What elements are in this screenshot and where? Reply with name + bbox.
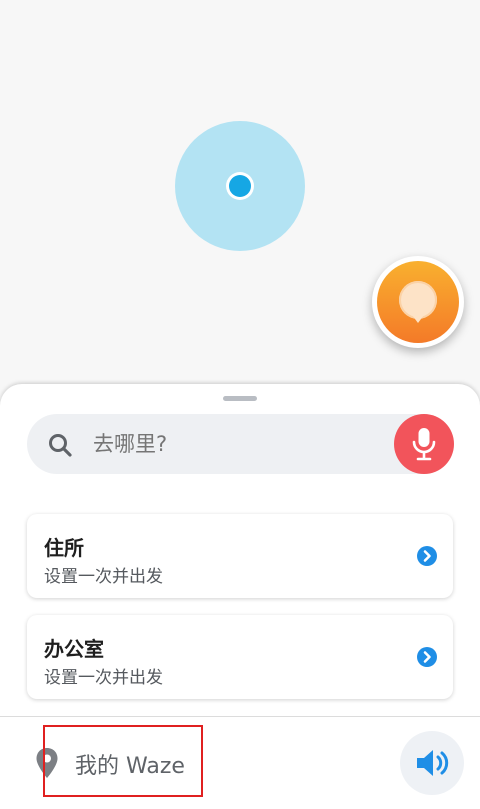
speaker-icon — [417, 750, 449, 776]
search-bar[interactable] — [27, 414, 453, 474]
chevron-right-icon — [417, 546, 437, 566]
favorite-work-card[interactable]: 办公室 设置一次并出发 — [27, 615, 453, 699]
favorite-subtitle: 设置一次并出发 — [44, 567, 163, 587]
report-button-face — [377, 261, 459, 343]
report-bubble-icon — [399, 281, 437, 323]
chevron-right-icon — [417, 647, 437, 667]
waze-home-screen: 住所 设置一次并出发 办公室 设置一次并出发 我的 Waze — [0, 0, 480, 809]
favorite-title: 住所 — [44, 536, 84, 560]
report-button[interactable] — [372, 256, 464, 348]
sheet-drag-handle[interactable] — [223, 396, 257, 401]
microphone-icon — [412, 428, 436, 461]
voice-search-button[interactable] — [394, 414, 454, 474]
search-icon — [49, 434, 72, 457]
bottom-bar: 我的 Waze — [0, 716, 480, 809]
sound-settings-button[interactable] — [400, 731, 464, 795]
favorite-title: 办公室 — [44, 637, 104, 661]
current-location-icon — [226, 172, 254, 200]
favorite-subtitle: 设置一次并出发 — [44, 668, 163, 688]
my-waze-label: 我的 Waze — [75, 754, 185, 779]
search-input[interactable] — [93, 414, 393, 474]
favorite-home-card[interactable]: 住所 设置一次并出发 — [27, 514, 453, 598]
